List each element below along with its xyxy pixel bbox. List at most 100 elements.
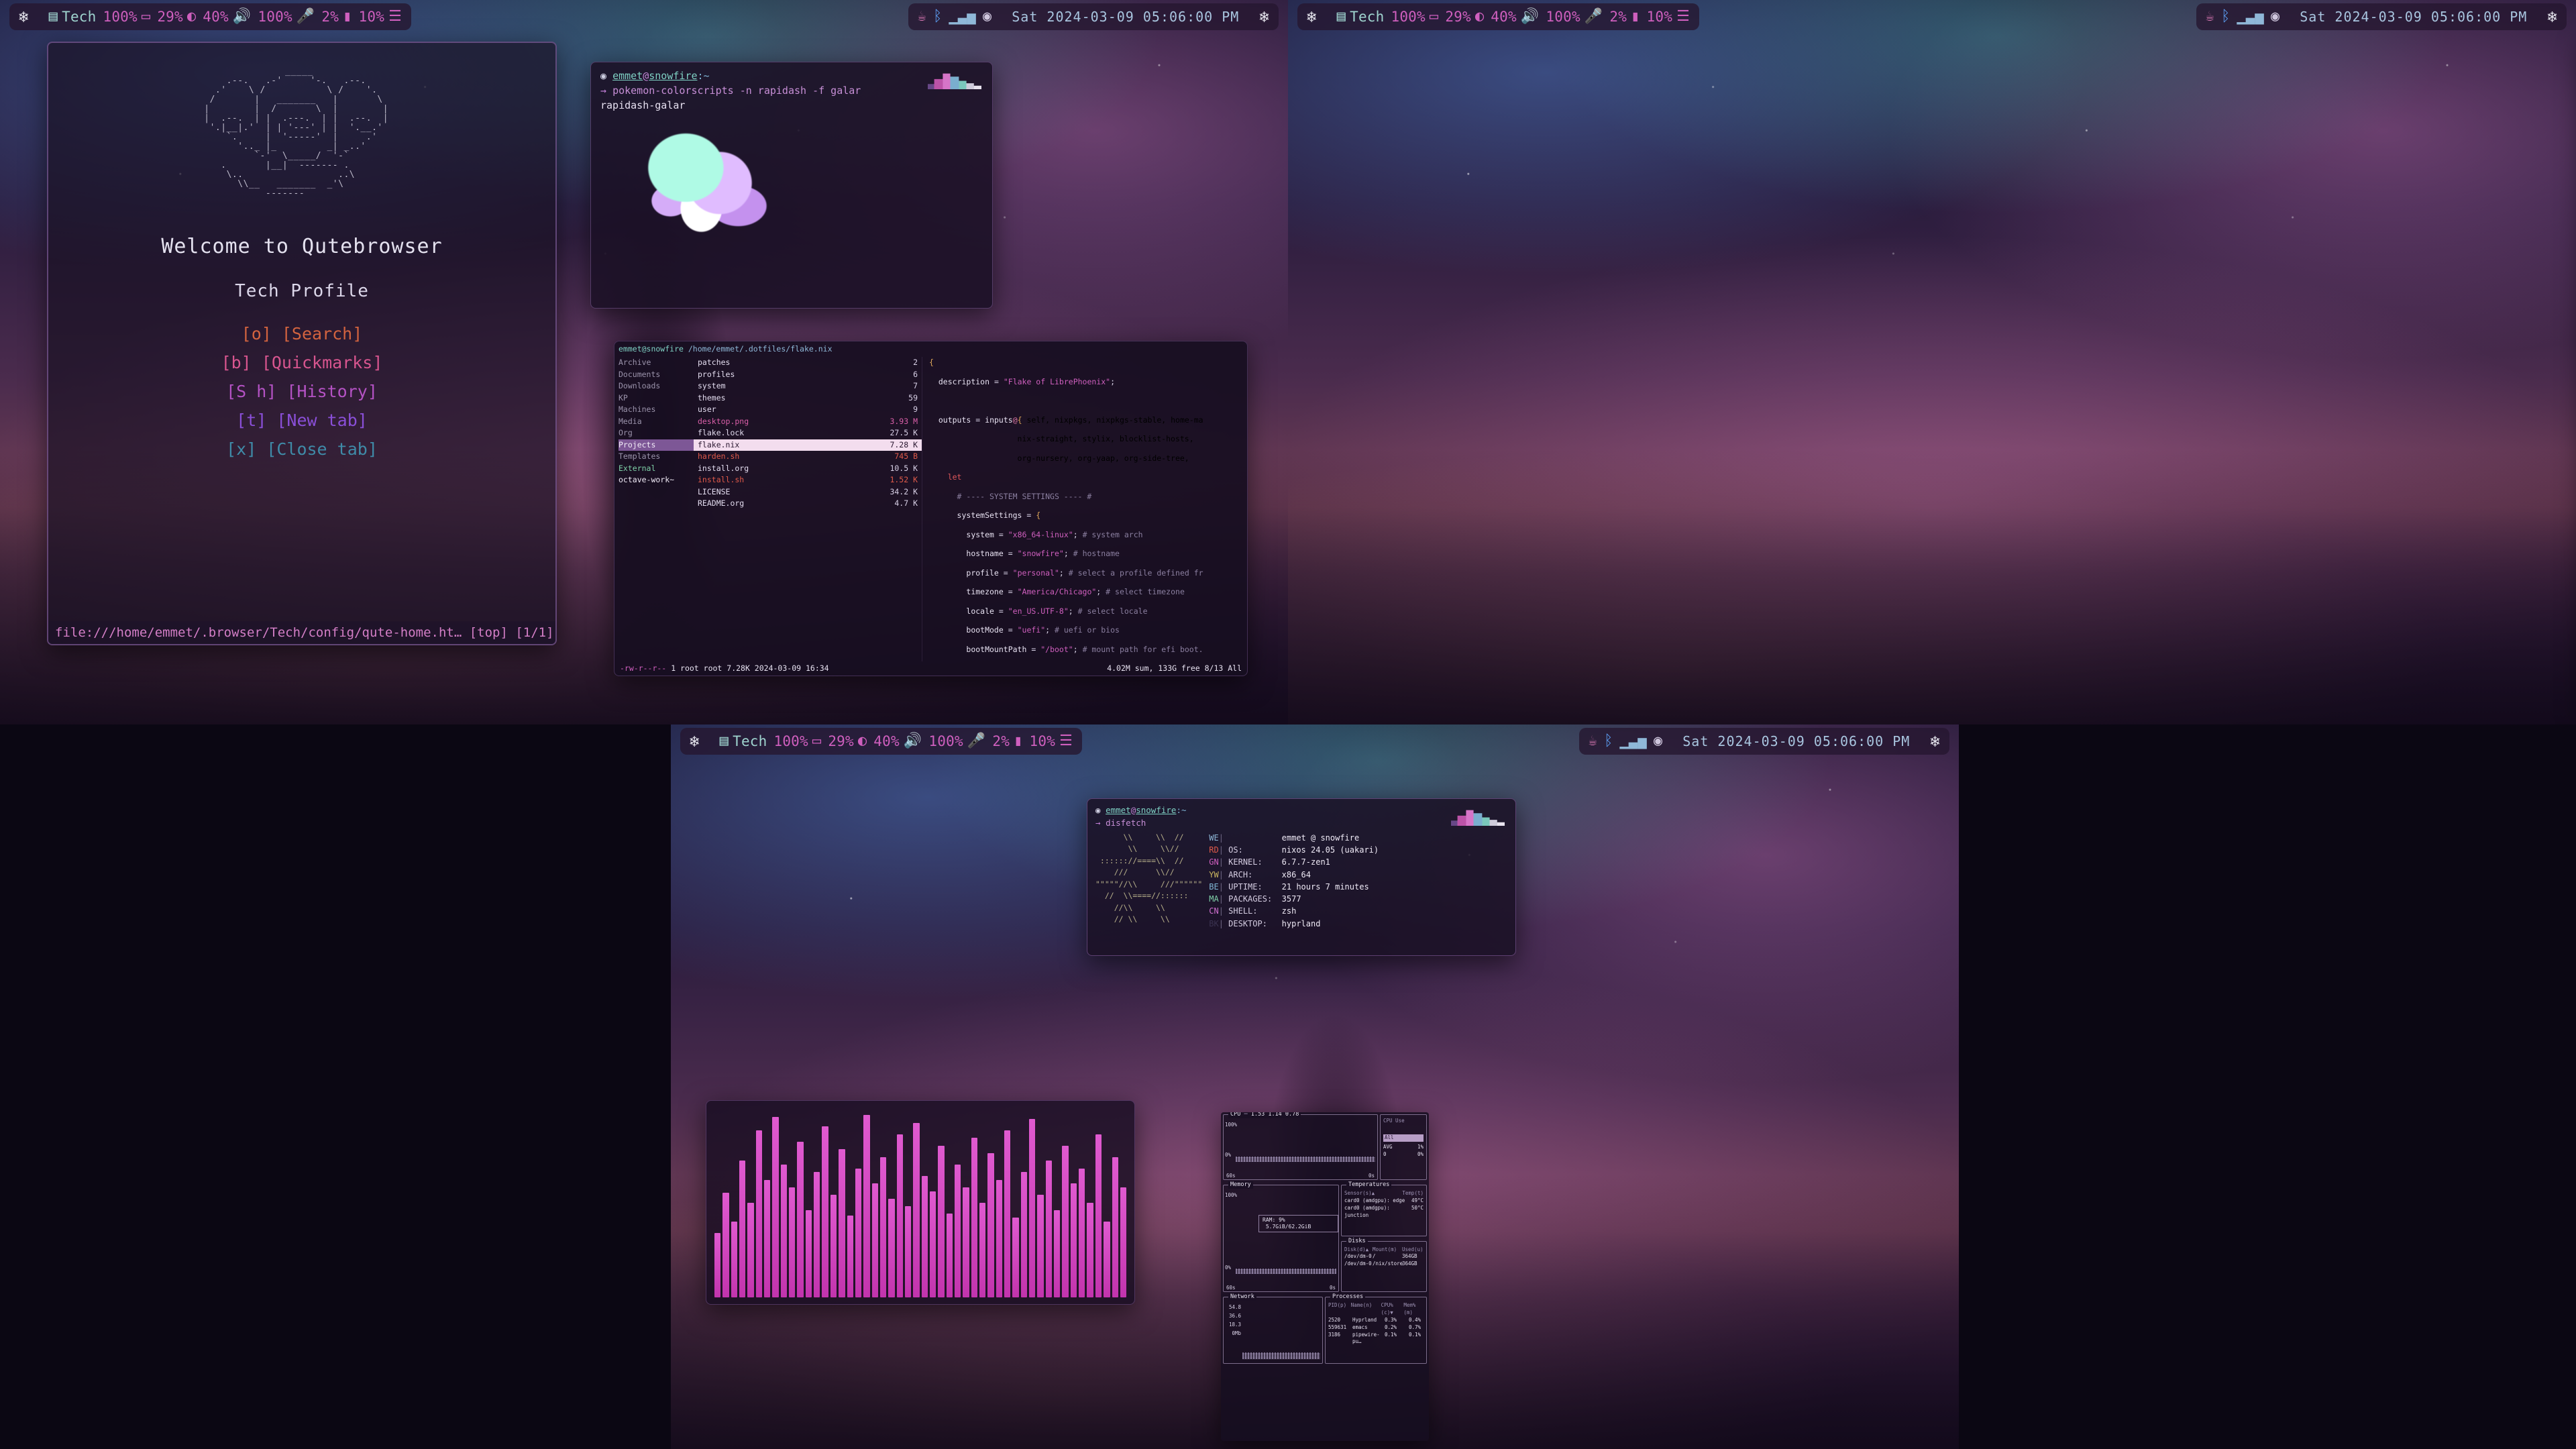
- btop-temp-col-sensor[interactable]: Sensor(s)▲: [1344, 1190, 1375, 1197]
- btop-disk-col-disk[interactable]: Disk(d)▲: [1344, 1246, 1373, 1254]
- cava-visualizer-window[interactable]: [706, 1100, 1135, 1305]
- coffee-tray-icon[interactable]: ☕: [2206, 9, 2214, 24]
- table-row[interactable]: card0 (amdgpu): junction 50°C: [1344, 1205, 1424, 1220]
- memory-module[interactable]: 2% ▮: [1609, 9, 1640, 25]
- btop-cpu-panel[interactable]: CPU ─ 1.53 1.14 0.78 100% 0% 60s 0s: [1223, 1112, 1378, 1180]
- lf-entry-row[interactable]: user 9: [694, 404, 922, 415]
- lf-parent-item[interactable]: KP: [619, 392, 694, 404]
- btop-core-all[interactable]: All: [1383, 1134, 1424, 1142]
- btop-proc-col-pid[interactable]: PID(p): [1328, 1302, 1351, 1317]
- disk-module[interactable]: 10% ☰: [1030, 733, 1073, 749]
- microphone-module[interactable]: 100% 🎤: [928, 733, 985, 749]
- btop-disks-panel[interactable]: Disks Disk(d)▲ Mount(m) Used(u) /dev/dm-…: [1341, 1237, 1427, 1292]
- qutebrowser-shortcut[interactable]: [x] [Close tab]: [226, 439, 378, 459]
- lf-entry-row[interactable]: profiles 6: [694, 369, 922, 380]
- lf-parent-item[interactable]: octave-work~: [619, 474, 694, 486]
- workspace-module[interactable]: ▤ Tech: [1337, 9, 1385, 25]
- disc-tray-icon[interactable]: ◉: [1654, 734, 1662, 749]
- btop-temp-col-temp[interactable]: Temp(t): [1402, 1190, 1424, 1197]
- power-snowflake-icon[interactable]: ❄: [1930, 733, 1940, 749]
- bluetooth-tray-icon[interactable]: ᛒ: [933, 9, 942, 24]
- btop-processes-panel[interactable]: Processes PID(p) Name(n) CPU%(c)▼ Mem%(m…: [1325, 1293, 1427, 1364]
- table-row[interactable]: /dev/dm-0/ 364GB: [1344, 1253, 1424, 1260]
- btop-proc-col-name[interactable]: Name(n): [1351, 1302, 1381, 1317]
- network-tray-icon[interactable]: ▁▃▅: [949, 9, 975, 24]
- table-row[interactable]: 2520 Hyprland 0.3% 0.4%: [1328, 1317, 1424, 1324]
- lf-entry-row[interactable]: install.org 10.5 K: [694, 463, 922, 474]
- btop-network-panel[interactable]: Network 54.8 36.6 18.3 0Mb: [1223, 1293, 1323, 1364]
- nixos-snowflake-icon[interactable]: ❄: [1307, 9, 1317, 25]
- table-row[interactable]: 3186 pipewire-pu… 0.1% 0.1%: [1328, 1332, 1424, 1346]
- lf-entry-row[interactable]: flake.lock 27.5 K: [694, 427, 922, 439]
- volume-module[interactable]: 40% 🔊: [873, 733, 922, 749]
- volume-module[interactable]: 40% 🔊: [203, 9, 251, 25]
- battery-module[interactable]: 100% ▭: [1391, 9, 1438, 25]
- lf-entry-row[interactable]: themes 59: [694, 392, 922, 404]
- nixos-snowflake-icon[interactable]: ❄: [690, 733, 700, 749]
- lf-parent-item[interactable]: Templates: [619, 451, 694, 462]
- lf-entry-row[interactable]: install.sh 1.52 K: [694, 474, 922, 486]
- microphone-module[interactable]: 100% 🎤: [258, 9, 315, 25]
- qutebrowser-shortcut[interactable]: [b] [Quickmarks]: [221, 353, 383, 372]
- lf-entry-row[interactable]: desktop.png 3.93 M: [694, 416, 922, 427]
- nixos-snowflake-icon[interactable]: ❄: [19, 9, 29, 25]
- clock-module[interactable]: Sat 2024-03-09 05:06:00 PM: [2300, 9, 2527, 25]
- lf-entry-row[interactable]: system 7: [694, 380, 922, 392]
- btop-proc-col-mem[interactable]: Mem%(m): [1403, 1302, 1424, 1317]
- lf-parent-item[interactable]: Machines: [619, 404, 694, 415]
- battery-module[interactable]: 100% ▭: [103, 9, 150, 25]
- qutebrowser-shortcut[interactable]: [o] [Search]: [241, 324, 363, 343]
- lf-parent-item[interactable]: Downloads: [619, 380, 694, 392]
- network-tray-icon[interactable]: ▁▃▅: [1619, 734, 1646, 749]
- lf-parent-item[interactable]: External: [619, 463, 694, 474]
- table-row[interactable]: 559631 emacs 0.2% 0.7%: [1328, 1324, 1424, 1332]
- workspace-module[interactable]: ▤ Tech: [720, 733, 767, 749]
- cpu-module[interactable]: 29% ◐: [1445, 9, 1484, 25]
- clock-module[interactable]: Sat 2024-03-09 05:06:00 PM: [1682, 733, 1910, 749]
- microphone-module[interactable]: 100% 🎤: [1546, 9, 1603, 25]
- lf-entry-row[interactable]: harden.sh 745 B: [694, 451, 922, 462]
- coffee-tray-icon[interactable]: ☕: [918, 9, 926, 24]
- table-row[interactable]: card0 (amdgpu): edge 49°C: [1344, 1197, 1424, 1205]
- lf-parent-item[interactable]: Archive: [619, 357, 694, 368]
- qutebrowser-shortcut[interactable]: [t] [New tab]: [236, 411, 368, 430]
- lf-parent-item[interactable]: Org: [619, 427, 694, 439]
- lf-entry-row[interactable]: LICENSE 34.2 K: [694, 486, 922, 498]
- coffee-tray-icon[interactable]: ☕: [1589, 734, 1597, 749]
- cpu-module[interactable]: 29% ◐: [157, 9, 196, 25]
- lf-entry-row[interactable]: patches 2: [694, 357, 922, 368]
- btop-disk-col-used[interactable]: Used(u): [1402, 1246, 1424, 1254]
- qutebrowser-shortcut[interactable]: [S h] [History]: [226, 382, 378, 401]
- lf-parent-item[interactable]: Media: [619, 416, 694, 427]
- lf-file-manager-window[interactable]: emmet@snowfire /home/emmet/.dotfiles/fla…: [614, 341, 1248, 676]
- power-snowflake-icon[interactable]: ❄: [1259, 9, 1269, 25]
- btop-memory-panel[interactable]: Memory 100% 0% RAM: 9% 5.7GiB/62.2GiB 60…: [1223, 1181, 1339, 1292]
- btop-disk-col-mount[interactable]: Mount(m): [1373, 1246, 1402, 1254]
- bluetooth-tray-icon[interactable]: ᛒ: [2221, 9, 2230, 24]
- network-tray-icon[interactable]: ▁▃▅: [2237, 9, 2263, 24]
- lf-parent-column[interactable]: Archive Documents Downloads KP Machines Media…: [614, 357, 694, 661]
- lf-parent-item[interactable]: Projects: [619, 439, 694, 451]
- btop-system-monitor-window[interactable]: CPU ─ 1.53 1.14 0.78 100% 0% 60s 0s CPU …: [1221, 1112, 1429, 1441]
- disc-tray-icon[interactable]: ◉: [983, 9, 991, 24]
- btop-temperatures-panel[interactable]: Temperatures Sensor(s)▲ Temp(t) card0 (a…: [1341, 1181, 1427, 1236]
- disfetch-terminal-window[interactable]: ◉ emmet@snowfire:~ → disfetch \\ \\ // \…: [1087, 798, 1516, 956]
- disc-tray-icon[interactable]: ◉: [2271, 9, 2279, 24]
- pokemon-terminal-window[interactable]: ◉ emmet@snowfire:~ → pokemon-colorscript…: [590, 62, 993, 309]
- memory-module[interactable]: 2% ▮: [992, 733, 1022, 749]
- lf-current-column[interactable]: patches 2 profiles 6 system 7 themes 59 user 9 des…: [694, 357, 922, 661]
- qutebrowser-window[interactable]: _____ .--. .-' '-. .--. .' \ / \ / '. / …: [47, 42, 557, 645]
- bluetooth-tray-icon[interactable]: ᛒ: [1604, 734, 1613, 749]
- power-snowflake-icon[interactable]: ❄: [2547, 9, 2557, 25]
- lf-entry-row[interactable]: flake.nix 7.28 K: [694, 439, 922, 451]
- clock-module[interactable]: Sat 2024-03-09 05:06:00 PM: [1012, 9, 1239, 25]
- lf-entry-row[interactable]: README.org 4.7 K: [694, 498, 922, 509]
- disk-module[interactable]: 10% ☰: [1647, 9, 1690, 25]
- table-row[interactable]: /dev/dm-0/nix/store 364GB: [1344, 1260, 1424, 1268]
- disk-module[interactable]: 10% ☰: [359, 9, 402, 25]
- volume-module[interactable]: 40% 🔊: [1491, 9, 1539, 25]
- workspace-module[interactable]: ▤ Tech: [49, 9, 97, 25]
- cpu-module[interactable]: 29% ◐: [828, 733, 867, 749]
- memory-module[interactable]: 2% ▮: [321, 9, 352, 25]
- lf-parent-item[interactable]: Documents: [619, 369, 694, 380]
